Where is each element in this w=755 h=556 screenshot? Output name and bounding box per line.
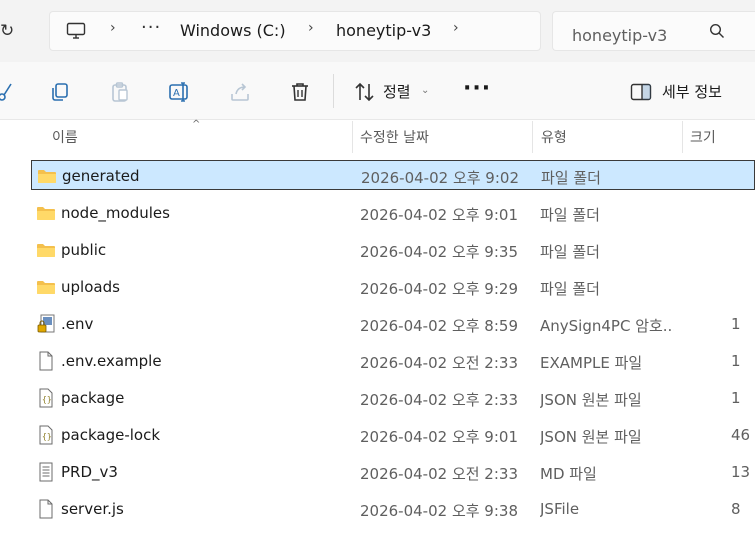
column-name[interactable]: 이름 bbox=[52, 127, 78, 147]
file-size: 13 bbox=[731, 463, 751, 481]
file-row[interactable]: .env.example 2026-04-02 오전 2:33 EXAMPLE 파일… bbox=[31, 346, 755, 376]
svg-text:{}: {} bbox=[42, 395, 52, 404]
more-options-icon[interactable]: ··· bbox=[463, 76, 491, 101]
file-row[interactable]: server.js 2026-04-02 오후 9:38 JSFile 8 bbox=[31, 494, 755, 524]
search-placeholder: honeytip-v3 검색 bbox=[572, 26, 672, 45]
rename-icon[interactable]: A bbox=[168, 80, 192, 104]
column-divider[interactable] bbox=[682, 121, 683, 153]
file-name: package bbox=[61, 389, 125, 407]
file-type: JSON 원본 파일 bbox=[540, 428, 642, 446]
file-name: .env bbox=[61, 315, 94, 333]
cut-icon[interactable] bbox=[0, 80, 18, 104]
file-type: EXAMPLE 파일 bbox=[540, 354, 643, 372]
file-row[interactable]: {} package 2026-04-02 오후 2:33 JSON 원본 파일 1 bbox=[31, 383, 755, 413]
file-date: 2026-04-02 오후 9:01 bbox=[360, 206, 518, 224]
svg-text:{}: {} bbox=[42, 432, 52, 441]
more-horizontal-icon[interactable]: ··· bbox=[141, 17, 161, 38]
column-date[interactable]: 수정한 날짜 bbox=[360, 127, 429, 147]
details-button[interactable]: 세부 정보 bbox=[662, 81, 722, 102]
file-size: 1 bbox=[731, 352, 741, 370]
file-name: .env.example bbox=[61, 352, 162, 370]
folder-icon bbox=[36, 277, 56, 297]
paste-icon[interactable] bbox=[108, 80, 132, 104]
file-row[interactable]: {} package-lock 2026-04-02 오후 9:01 JSON 원본 … bbox=[31, 420, 755, 450]
file-date: 2026-04-02 오후 9:02 bbox=[361, 169, 519, 187]
file-size: 1 bbox=[731, 389, 741, 407]
column-divider[interactable] bbox=[352, 121, 353, 153]
command-bar: A 정렬 ⌄ ··· 세부 정보 bbox=[0, 62, 755, 120]
delete-icon[interactable] bbox=[288, 80, 312, 104]
file-date: 2026-04-02 오후 2:33 bbox=[360, 391, 518, 409]
file-row[interactable]: node_modules 2026-04-02 오후 9:01 파일 폴더 bbox=[31, 198, 755, 228]
details-pane-icon[interactable] bbox=[630, 82, 652, 102]
breadcrumb-item-drive[interactable]: Windows (C:) bbox=[180, 21, 286, 40]
file-row[interactable]: uploads 2026-04-02 오후 9:29 파일 폴더 bbox=[31, 272, 755, 302]
file-name: package-lock bbox=[61, 426, 161, 444]
text-file-icon bbox=[36, 462, 56, 482]
file-type: 파일 폴더 bbox=[540, 280, 600, 298]
file-name: server.js bbox=[61, 500, 124, 518]
search-icon[interactable] bbox=[709, 23, 725, 39]
file-name: node_modules bbox=[61, 204, 170, 222]
file-name: PRD_v3 bbox=[61, 463, 118, 481]
blank-file-icon bbox=[36, 499, 56, 519]
file-date: 2026-04-02 오전 2:33 bbox=[360, 465, 518, 483]
file-row[interactable]: PRD_v3 2026-04-02 오전 2:33 MD 파일 13 bbox=[31, 457, 755, 487]
file-name: uploads bbox=[61, 278, 120, 296]
copy-icon[interactable] bbox=[48, 80, 72, 104]
address-bar-row: ↻ › ··· Windows (C:) › honeytip-v3 › hon… bbox=[0, 0, 755, 62]
file-type: 파일 폴더 bbox=[540, 206, 600, 224]
file-row[interactable]: public 2026-04-02 오후 9:35 파일 폴더 bbox=[31, 235, 755, 265]
svg-text:A: A bbox=[173, 88, 180, 99]
blank-file-icon bbox=[36, 351, 56, 371]
chevron-right-icon[interactable]: › bbox=[308, 20, 314, 36]
chevron-down-icon[interactable]: ⌄ bbox=[421, 85, 429, 96]
json-file-icon: {} bbox=[36, 425, 56, 445]
folder-icon bbox=[36, 203, 56, 223]
file-date: 2026-04-02 오후 8:59 bbox=[360, 317, 518, 335]
breadcrumb-item-folder[interactable]: honeytip-v3 bbox=[336, 21, 431, 40]
certificate-file-icon bbox=[36, 314, 56, 334]
file-type: JSON 원본 파일 bbox=[540, 391, 642, 409]
breadcrumb[interactable]: › ··· Windows (C:) › honeytip-v3 › bbox=[49, 11, 541, 51]
file-date: 2026-04-02 오전 2:33 bbox=[360, 354, 518, 372]
file-size: 1 bbox=[731, 315, 741, 333]
file-date: 2026-04-02 오후 9:29 bbox=[360, 280, 518, 298]
refresh-icon[interactable]: ↻ bbox=[0, 19, 22, 43]
search-input[interactable]: honeytip-v3 검색 bbox=[552, 11, 755, 51]
share-icon[interactable] bbox=[228, 80, 252, 104]
file-date: 2026-04-02 오후 9:01 bbox=[360, 428, 518, 446]
file-type: AnySign4PC 암호... bbox=[540, 317, 674, 335]
file-size: 46 bbox=[731, 426, 751, 444]
column-header-row: ^ 이름 수정한 날짜 유형 크기 bbox=[0, 119, 755, 153]
sort-button[interactable]: 정렬 bbox=[383, 81, 411, 102]
file-date: 2026-04-02 오후 9:38 bbox=[360, 502, 518, 520]
file-row[interactable]: .env 2026-04-02 오후 8:59 AnySign4PC 암호... 1 bbox=[31, 309, 755, 339]
file-type: 파일 폴더 bbox=[540, 243, 600, 261]
column-size[interactable]: 크기 bbox=[690, 127, 716, 147]
column-divider[interactable] bbox=[532, 121, 533, 153]
toolbar-divider bbox=[333, 74, 334, 108]
sort-ascending-icon: ^ bbox=[192, 119, 201, 130]
chevron-right-icon[interactable]: › bbox=[453, 20, 459, 36]
chevron-right-icon[interactable]: › bbox=[110, 20, 116, 36]
file-type: JSFile bbox=[540, 500, 580, 518]
folder-icon bbox=[37, 166, 57, 186]
sort-icon[interactable] bbox=[353, 80, 377, 104]
file-size: 8 bbox=[731, 500, 741, 518]
file-type: 파일 폴더 bbox=[541, 169, 601, 187]
file-date: 2026-04-02 오후 9:35 bbox=[360, 243, 518, 261]
file-name: public bbox=[61, 241, 107, 259]
folder-icon bbox=[36, 240, 56, 260]
computer-icon[interactable] bbox=[66, 22, 86, 40]
column-type[interactable]: 유형 bbox=[541, 127, 567, 147]
json-file-icon: {} bbox=[36, 388, 56, 408]
file-type: MD 파일 bbox=[540, 465, 597, 483]
file-row[interactable]: generated 2026-04-02 오후 9:02 파일 폴더 bbox=[31, 160, 755, 190]
file-name: generated bbox=[62, 167, 140, 185]
